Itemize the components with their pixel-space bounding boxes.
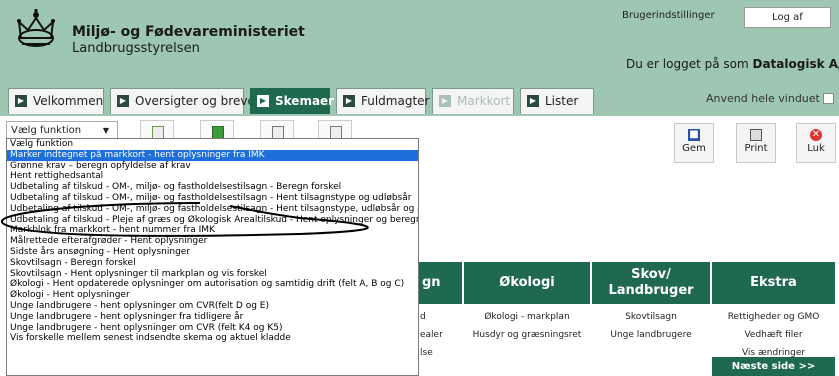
chevron-down-icon: ▼: [102, 126, 109, 135]
close-label: Luk: [807, 143, 825, 154]
dropdown-option[interactable]: Økologi - Hent oplysninger: [7, 290, 418, 301]
tab-label: Markkort: [457, 94, 511, 108]
dropdown-option[interactable]: Vis forskelle mellem senest indsendte sk…: [7, 333, 418, 344]
tab-skemaer[interactable]: ▶ Skemaer: [250, 88, 334, 114]
close-button[interactable]: ✕ Luk: [796, 123, 836, 163]
logged-in-user: Datalogisk A/S: [752, 57, 839, 71]
dropdown-option[interactable]: Skovtilsagn - Beregn forskel: [7, 258, 418, 269]
royal-crown-logo: [17, 9, 55, 47]
tab-fuldmagter[interactable]: ▶ Fuldmagter: [336, 88, 430, 114]
dropdown-option[interactable]: Unge landbrugere - hent oplysninger om C…: [7, 323, 418, 334]
print-button[interactable]: Print: [736, 123, 776, 163]
full-window-label: Anvend hele vinduet: [706, 92, 820, 105]
function-select-value: Vælg funktion: [11, 125, 82, 136]
dropdown-option[interactable]: Vælg funktion: [7, 139, 418, 150]
table-header-okologi: Økologi: [464, 262, 590, 304]
header-line: Ekstra: [750, 275, 797, 290]
dropdown-option[interactable]: Grønne krav – beregn opfyldelse af krav: [7, 161, 418, 172]
tab-label: Oversigter og breve: [135, 94, 255, 108]
dropdown-option[interactable]: Udbetaling af tilskud - Pleje af græs og…: [7, 215, 418, 226]
main-tab-bar: ▶ Velkommen ▶ Oversigter og breve ▶ Skemaer…: [0, 86, 839, 116]
full-window-checkbox[interactable]: [823, 93, 834, 104]
dropdown-option[interactable]: Skovtilsagn - Hent oplysninger til markp…: [7, 269, 418, 280]
tab-label: Lister: [545, 94, 579, 108]
tab-markkort: ▶ Markkort: [432, 88, 514, 114]
dropdown-option[interactable]: Udbetaling af tilskud - OM-, miljø- og f…: [7, 204, 418, 215]
dropdown-option[interactable]: Udbetaling af tilskud - OM-, miljø- og f…: [7, 193, 418, 204]
header-line: gn: [422, 275, 441, 290]
dropdown-option[interactable]: Unge landbrugere - hent oplysninger fra …: [7, 312, 418, 323]
table-cell-fragment[interactable]: d: [420, 312, 426, 322]
header-line: Økologi: [499, 275, 555, 290]
tab-label: Fuldmagter: [361, 94, 430, 108]
print-label: Print: [744, 143, 768, 154]
tab-label: Velkommen: [33, 94, 104, 108]
rettigheder-link[interactable]: Rettigheder og GMO: [712, 312, 835, 322]
dropdown-option[interactable]: Marker indtegnet på markkort - hent oply…: [7, 149, 418, 161]
logout-button[interactable]: Log af: [744, 7, 831, 28]
tab-lister[interactable]: ▶ Lister: [520, 88, 594, 114]
printer-icon: [750, 129, 762, 141]
dropdown-option[interactable]: Økologi - Hent opdaterede oplysninger om…: [7, 279, 418, 290]
arrow-right-icon: ▶: [439, 95, 451, 107]
tab-velkommen[interactable]: ▶ Velkommen: [8, 88, 104, 114]
dropdown-option[interactable]: Sidste års ansøgning - Hent oplysninger: [7, 247, 418, 258]
tab-oversigter[interactable]: ▶ Oversigter og breve: [110, 88, 255, 114]
logged-in-status: Du er logget på som Datalogisk A/S: [626, 57, 839, 71]
user-settings-link[interactable]: Brugerindstillinger: [618, 6, 719, 26]
table-cell-fragment[interactable]: lse: [420, 348, 433, 358]
save-button[interactable]: ■ Gem: [674, 123, 714, 163]
table-header-skov: Skov/Landbruger: [592, 262, 710, 304]
arrow-right-icon: ▶: [343, 95, 355, 107]
logged-in-prefix: Du er logget på som: [626, 57, 749, 71]
header-line: Landbruger: [608, 283, 694, 298]
agency-name: Landbrugsstyrelsen: [72, 41, 200, 56]
arrow-right-icon: ▶: [15, 95, 27, 107]
arrow-right-icon: ▶: [527, 95, 539, 107]
skovtilsagn-link[interactable]: Skovtilsagn: [592, 312, 710, 322]
husdyr-link[interactable]: Husdyr og græsningsret: [464, 330, 590, 340]
unge-landbrugere-link[interactable]: Unge landbrugere: [592, 330, 710, 340]
save-label: Gem: [682, 143, 706, 154]
floppy-disk-icon: ■: [688, 129, 700, 141]
table-header-1: gn: [418, 262, 462, 304]
dropdown-option[interactable]: Unge landbrugere - hent oplysninger om C…: [7, 301, 418, 312]
okologi-markplan-link[interactable]: Økologi - markplan: [464, 312, 590, 322]
tab-label: Skemaer: [275, 94, 335, 108]
header-line: Skov/: [631, 267, 671, 282]
table-cell-fragment[interactable]: ealer: [420, 330, 443, 340]
close-icon: ✕: [810, 129, 822, 141]
ministry-name: Miljø- og Fødevareministeriet: [72, 24, 305, 40]
dropdown-option[interactable]: Hent rettighedsantal: [7, 171, 418, 182]
table-header-ekstra: Ekstra: [712, 262, 835, 304]
next-page-button[interactable]: Næste side >>: [712, 357, 835, 376]
arrow-right-icon: ▶: [257, 95, 269, 107]
dropdown-option[interactable]: Udbetaling af tilskud - OM-, miljø- og f…: [7, 182, 418, 193]
arrow-right-icon: ▶: [117, 95, 129, 107]
attach-files-link[interactable]: Vedhæft filer: [712, 330, 835, 340]
dropdown-option[interactable]: Markblok fra markkort - hent nummer fra …: [7, 225, 418, 236]
function-dropdown-list[interactable]: Vælg funktion Marker indtegnet på markkor…: [6, 138, 419, 376]
header-banner: Miljø- og Fødevareministeriet Landbrugss…: [0, 0, 839, 86]
dropdown-option[interactable]: Målrettede efterafgrøder - Hent oplysnin…: [7, 236, 418, 247]
